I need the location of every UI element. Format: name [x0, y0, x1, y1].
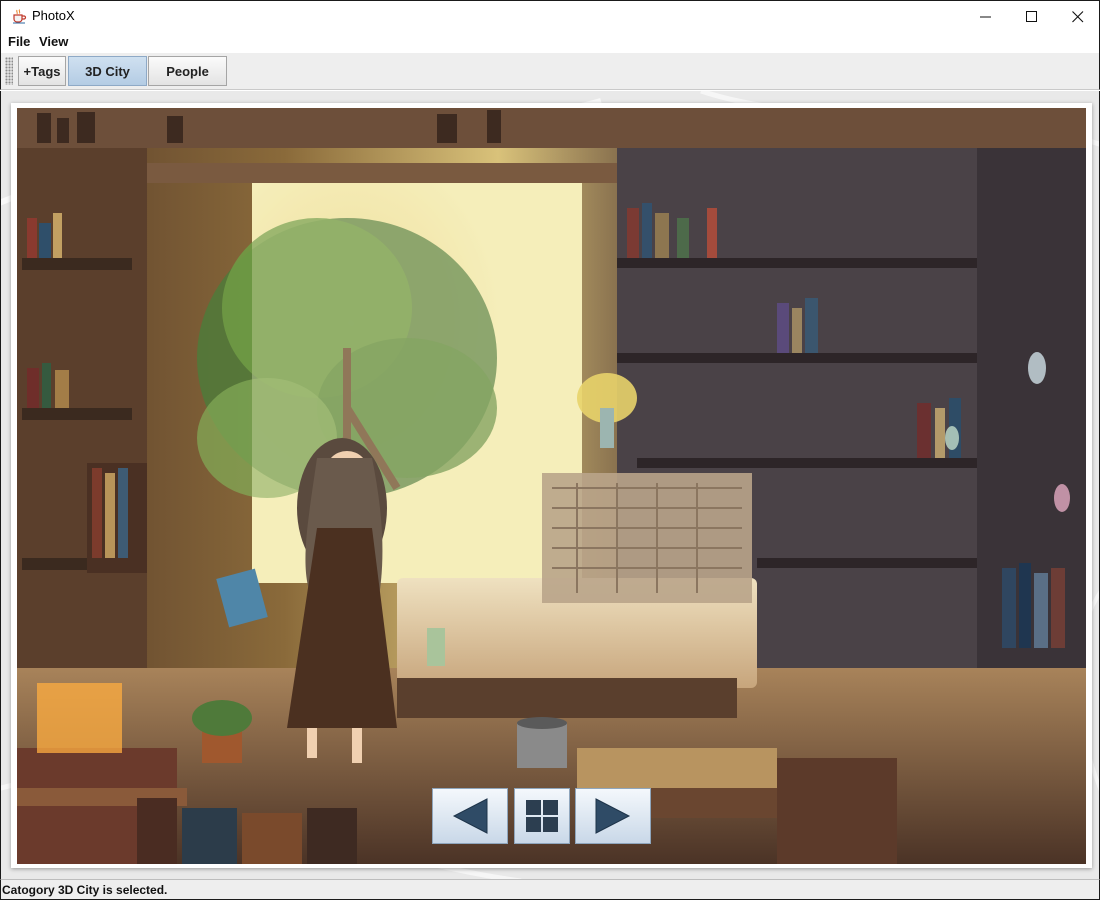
arrow-left-icon [452, 798, 488, 834]
add-tags-button[interactable]: +Tags [18, 56, 66, 86]
grid-icon [526, 800, 558, 832]
minimize-icon [980, 16, 991, 18]
arrow-right-icon [595, 798, 631, 834]
status-bar: Catogory 3D City is selected. [0, 879, 1100, 900]
title-bar: PhotoX [0, 0, 1100, 31]
window-title: PhotoX [32, 8, 75, 23]
previous-image-button[interactable] [432, 788, 508, 844]
maximize-button[interactable] [1009, 1, 1055, 32]
menu-file[interactable]: File [8, 34, 30, 49]
image-viewer [0, 91, 1100, 879]
status-text: Catogory 3D City is selected. [2, 883, 168, 897]
close-button[interactable] [1055, 1, 1100, 32]
minimize-button[interactable] [963, 1, 1009, 32]
toolbar: +Tags 3D City People [0, 53, 1100, 90]
category-3d-city-button[interactable]: 3D City [68, 56, 147, 86]
java-cup-icon [11, 8, 27, 24]
next-image-button[interactable] [575, 788, 651, 844]
photo-frame [11, 103, 1092, 868]
menu-bar: File View [0, 31, 1100, 53]
toolbar-grip[interactable] [5, 57, 13, 85]
grid-view-button[interactable] [514, 788, 570, 844]
maximize-icon [1026, 11, 1037, 22]
category-people-button[interactable]: People [148, 56, 227, 86]
photo-image [17, 108, 1086, 864]
close-icon [1072, 11, 1084, 23]
menu-view[interactable]: View [39, 34, 68, 49]
